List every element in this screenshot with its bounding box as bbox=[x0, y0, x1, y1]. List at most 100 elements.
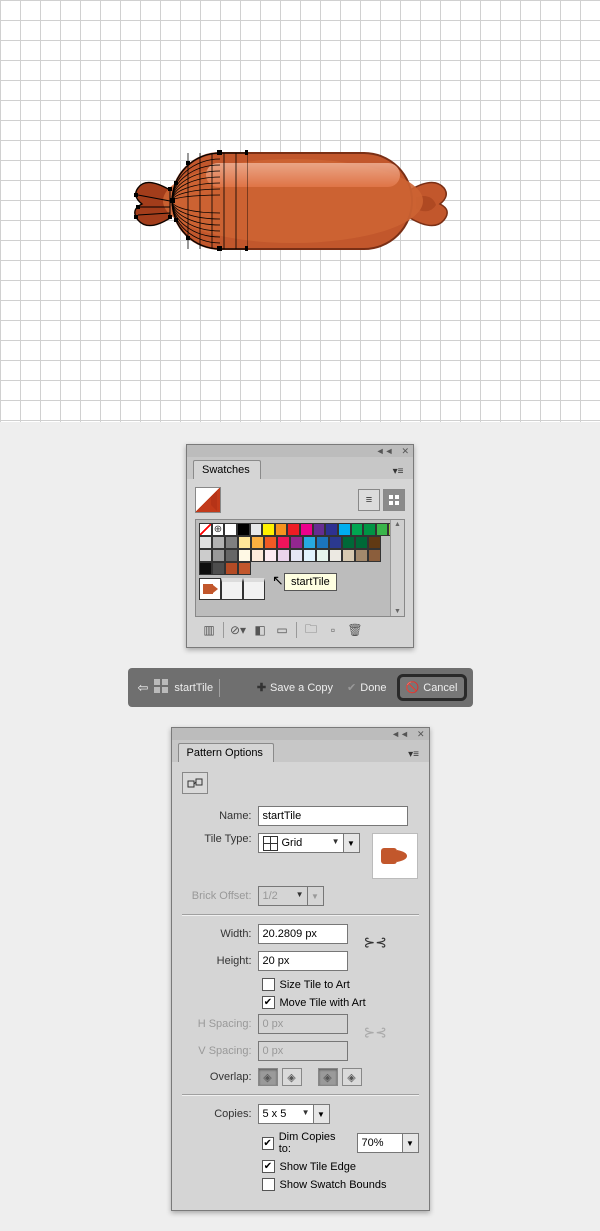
size-tile-to-art-checkbox[interactable] bbox=[262, 978, 275, 991]
flyout-menu-icon[interactable]: ▾≡ bbox=[405, 746, 423, 762]
brick-offset-dropdown: 1/2 bbox=[258, 886, 308, 906]
swatch-gradient[interactable] bbox=[221, 578, 243, 600]
link-dimensions-icon[interactable]: ⊱⊰ bbox=[364, 934, 387, 951]
swatch-color[interactable] bbox=[329, 549, 342, 562]
swatch-color[interactable] bbox=[225, 549, 238, 562]
swatch-color[interactable] bbox=[251, 549, 264, 562]
overlap-right-front-button[interactable]: ◈ bbox=[282, 1068, 302, 1086]
swatch-color[interactable] bbox=[316, 536, 329, 549]
list-view-button[interactable]: ≡ bbox=[358, 489, 380, 511]
swatch-color[interactable] bbox=[238, 536, 251, 549]
swatch-color[interactable] bbox=[368, 536, 381, 549]
dropdown-arrow[interactable]: ▼ bbox=[344, 833, 360, 853]
height-input[interactable] bbox=[258, 951, 348, 971]
name-label: Name: bbox=[182, 810, 258, 822]
swatch-color[interactable] bbox=[313, 523, 326, 536]
swatch-color[interactable] bbox=[290, 536, 303, 549]
tab-swatches[interactable]: Swatches bbox=[193, 460, 261, 479]
overlap-left-front-button[interactable]: ◈ bbox=[258, 1068, 278, 1086]
name-input[interactable] bbox=[258, 806, 408, 826]
swatch-color[interactable] bbox=[225, 536, 238, 549]
tile-type-dropdown[interactable]: Grid bbox=[258, 833, 344, 853]
show-swatch-bounds-checkbox[interactable] bbox=[262, 1178, 275, 1191]
swatch-color[interactable] bbox=[199, 549, 212, 562]
swatch-color[interactable] bbox=[376, 523, 389, 536]
swatch-color[interactable] bbox=[264, 536, 277, 549]
swatch-color[interactable] bbox=[237, 523, 250, 536]
grid-view-button[interactable] bbox=[383, 489, 405, 511]
swatch-color[interactable] bbox=[363, 523, 376, 536]
cancel-button[interactable]: 🚫 Cancel bbox=[397, 674, 467, 701]
swatch-color[interactable] bbox=[290, 549, 303, 562]
swatch-grid[interactable]: ↖ startTile bbox=[195, 519, 405, 617]
swatch-color[interactable] bbox=[342, 536, 355, 549]
show-kinds-icon[interactable]: ⊘▾ bbox=[228, 621, 248, 639]
swatch-pattern[interactable] bbox=[199, 578, 221, 600]
back-icon[interactable]: ⇦ bbox=[138, 680, 149, 696]
swatch-color[interactable] bbox=[368, 549, 381, 562]
swatch-color[interactable] bbox=[212, 562, 225, 575]
swatch-gradient[interactable] bbox=[243, 578, 265, 600]
collapse-icon[interactable]: ◄◄ bbox=[391, 729, 409, 739]
new-folder-icon[interactable]: 🗀 bbox=[301, 621, 321, 639]
overlap-top-front-button[interactable]: ◈ bbox=[318, 1068, 338, 1086]
swatch-color[interactable] bbox=[351, 523, 364, 536]
swatch-color[interactable] bbox=[277, 536, 290, 549]
tab-pattern-options[interactable]: Pattern Options bbox=[178, 743, 274, 762]
swatch-libraries-icon[interactable]: ▥ bbox=[199, 621, 219, 639]
swatch-color[interactable] bbox=[275, 523, 288, 536]
swatch-color[interactable] bbox=[264, 549, 277, 562]
show-tile-edge-checkbox[interactable]: ✔ bbox=[262, 1160, 275, 1173]
close-icon[interactable]: ✕ bbox=[417, 729, 425, 740]
dropdown-arrow[interactable]: ▼ bbox=[314, 1104, 330, 1124]
dim-copies-input[interactable] bbox=[357, 1133, 403, 1153]
swatch-color[interactable] bbox=[287, 523, 300, 536]
copies-dropdown[interactable]: 5 x 5 bbox=[258, 1104, 314, 1124]
sausage-artwork[interactable] bbox=[128, 135, 468, 265]
swatch-color[interactable] bbox=[338, 523, 351, 536]
v-spacing-label: V Spacing: bbox=[182, 1045, 258, 1057]
delete-swatch-icon[interactable]: 🗑 bbox=[345, 621, 365, 639]
swatch-color[interactable] bbox=[238, 549, 251, 562]
move-tile-with-art-checkbox[interactable]: ✔ bbox=[262, 996, 275, 1009]
overlap-bottom-front-button[interactable]: ◈ bbox=[342, 1068, 362, 1086]
swatch-color[interactable] bbox=[277, 549, 290, 562]
swatch-color[interactable] bbox=[224, 523, 237, 536]
swatch-color[interactable] bbox=[199, 536, 212, 549]
swatch-none[interactable] bbox=[199, 523, 212, 536]
h-spacing-input bbox=[258, 1014, 348, 1034]
swatch-color[interactable] bbox=[355, 536, 368, 549]
swatch-color[interactable] bbox=[303, 536, 316, 549]
save-copy-button[interactable]: ✚ Save a Copy bbox=[253, 679, 337, 696]
collapse-icon[interactable]: ◄◄ bbox=[376, 446, 394, 456]
flyout-menu-icon[interactable]: ▾≡ bbox=[389, 463, 407, 479]
close-icon[interactable]: ✕ bbox=[401, 446, 409, 457]
swatch-registration[interactable] bbox=[212, 523, 225, 536]
swatch-color[interactable] bbox=[250, 523, 263, 536]
swatch-color[interactable] bbox=[238, 562, 251, 575]
done-button[interactable]: ✔ Done bbox=[343, 679, 391, 696]
swatch-color[interactable] bbox=[225, 562, 238, 575]
swatch-color[interactable] bbox=[316, 549, 329, 562]
canvas-artboard[interactable] bbox=[0, 0, 600, 422]
width-input[interactable] bbox=[258, 924, 348, 944]
swatch-color[interactable] bbox=[303, 549, 316, 562]
dropdown-arrow[interactable]: ▼ bbox=[403, 1133, 419, 1153]
swatch-color[interactable] bbox=[262, 523, 275, 536]
swatch-color[interactable] bbox=[325, 523, 338, 536]
swatch-color[interactable] bbox=[355, 549, 368, 562]
swatch-color[interactable] bbox=[212, 536, 225, 549]
swatch-color[interactable] bbox=[300, 523, 313, 536]
pattern-icon bbox=[154, 679, 168, 696]
swatch-color[interactable] bbox=[212, 549, 225, 562]
swatch-options-icon[interactable]: ◧ bbox=[250, 621, 270, 639]
new-color-group-icon[interactable]: ▭ bbox=[272, 621, 292, 639]
swatch-color[interactable] bbox=[199, 562, 212, 575]
pattern-tile-tool-button[interactable] bbox=[182, 772, 208, 794]
swatch-color[interactable] bbox=[342, 549, 355, 562]
swatch-color[interactable] bbox=[251, 536, 264, 549]
swatch-color[interactable] bbox=[329, 536, 342, 549]
scrollbar[interactable] bbox=[390, 520, 404, 616]
dim-copies-checkbox[interactable]: ✔ bbox=[262, 1137, 274, 1150]
new-swatch-icon[interactable]: ▫ bbox=[323, 621, 343, 639]
